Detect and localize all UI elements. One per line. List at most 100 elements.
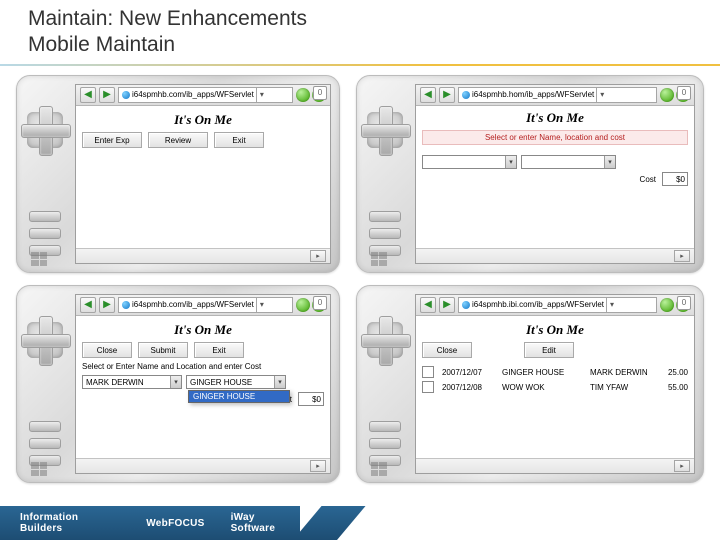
globe-icon xyxy=(122,301,130,309)
soft-keys[interactable] xyxy=(29,211,61,256)
expense-table: 2007/12/07 GINGER HOUSE MARK DERWIN 25.0… xyxy=(422,366,688,393)
forward-button[interactable]: ▶ xyxy=(99,297,115,313)
url-text: i64spmhb.ibi.com/ib_apps/WFServlet xyxy=(472,298,604,312)
row-checkbox[interactable] xyxy=(422,381,434,393)
name-dropdown[interactable]: ▾ xyxy=(422,155,517,169)
app-title: It's On Me xyxy=(82,322,324,338)
table-row[interactable]: 2007/12/07 GINGER HOUSE MARK DERWIN 25.0… xyxy=(422,366,688,378)
address-bar[interactable]: i64spmhb.ibi.com/ib_apps/WFServlet ▾ xyxy=(458,297,657,313)
globe-icon xyxy=(462,301,470,309)
device-4: ◀ ▶ i64spmhb.ibi.com/ib_apps/WFServlet ▾… xyxy=(356,285,704,483)
address-bar[interactable]: i64spmhb.com/ib_apps/WFServlet ▾ xyxy=(118,297,293,313)
submit-button[interactable]: Submit xyxy=(138,342,188,358)
footer-brand-bar: Information Builders WebFOCUS iWay Softw… xyxy=(0,506,300,540)
cost-input[interactable]: $0 xyxy=(662,172,688,186)
brand-iway: iWay Software xyxy=(231,512,300,534)
device-hardware-controls xyxy=(357,286,415,482)
device-2-screen: ◀ ▶ i64spmhb.hom/ib_apps/WFServlet ▾ 0 I… xyxy=(415,84,695,264)
soft-keys[interactable] xyxy=(369,421,401,466)
review-button[interactable]: Review xyxy=(148,132,208,148)
globe-icon xyxy=(122,91,130,99)
url-dropdown-icon[interactable]: ▾ xyxy=(256,298,267,312)
windows-logo-icon xyxy=(31,462,47,476)
dpad[interactable] xyxy=(367,322,403,358)
url-dropdown-icon[interactable]: ▾ xyxy=(596,88,607,102)
location-dropdown-popup[interactable]: GINGER HOUSE xyxy=(188,390,290,403)
forward-button[interactable]: ▶ xyxy=(439,87,455,103)
table-row[interactable]: 2007/12/08 WOW WOK TIM YFAW 55.00 xyxy=(422,381,688,393)
device-hardware-controls xyxy=(17,286,75,482)
soft-keys[interactable] xyxy=(29,421,61,466)
back-button[interactable]: ◀ xyxy=(80,297,96,313)
expand-icon[interactable]: ▸ xyxy=(310,250,326,262)
status-bar: ▸ xyxy=(416,458,694,473)
scroll-indicator: 0 xyxy=(677,296,691,310)
forward-button[interactable]: ▶ xyxy=(99,87,115,103)
title-line-2: Mobile Maintain xyxy=(28,32,307,58)
cost-label: Cost xyxy=(640,175,656,184)
device-3: ◀ ▶ i64spmhb.com/ib_apps/WFServlet ▾ 0 I… xyxy=(16,285,340,483)
exit-button[interactable]: Exit xyxy=(194,342,244,358)
scroll-indicator: 0 xyxy=(677,86,691,100)
chevron-down-icon: ▾ xyxy=(604,156,615,168)
cell-amount: 55.00 xyxy=(668,383,688,392)
cost-input[interactable]: $0 xyxy=(298,392,324,406)
location-dropdown[interactable]: ▾ xyxy=(521,155,616,169)
status-bar: ▸ xyxy=(416,248,694,263)
chevron-down-icon: ▾ xyxy=(170,376,181,388)
expand-icon[interactable]: ▸ xyxy=(674,460,690,472)
instruction-text: Select or Enter Name and Location and en… xyxy=(82,362,324,371)
footer: Information Builders WebFOCUS iWay Softw… xyxy=(0,492,720,540)
brand-webfocus: WebFOCUS xyxy=(146,518,204,529)
cell-location: GINGER HOUSE xyxy=(502,368,582,377)
device-grid: ◀ ▶ i64spmhb.com/ib_apps/WFServlet ▾ 0 I… xyxy=(16,75,704,483)
exit-button[interactable]: Exit xyxy=(214,132,264,148)
edit-button[interactable]: Edit xyxy=(524,342,574,358)
app-content: It's On Me Select or enter Name, locatio… xyxy=(416,106,694,248)
enter-exp-button[interactable]: Enter Exp xyxy=(82,132,142,148)
address-bar[interactable]: i64spmhb.com/ib_apps/WFServlet ▾ xyxy=(118,87,293,103)
device-4-screen: ◀ ▶ i64spmhb.ibi.com/ib_apps/WFServlet ▾… xyxy=(415,294,695,474)
browser-toolbar: ◀ ▶ i64spmhb.com/ib_apps/WFServlet ▾ xyxy=(76,295,330,316)
browser-toolbar: ◀ ▶ i64spmhb.ibi.com/ib_apps/WFServlet ▾ xyxy=(416,295,694,316)
page-title: Maintain: New Enhancements Mobile Mainta… xyxy=(28,6,307,59)
title-line-1: Maintain: New Enhancements xyxy=(28,6,307,32)
device-2: ◀ ▶ i64spmhb.hom/ib_apps/WFServlet ▾ 0 I… xyxy=(356,75,704,273)
expand-icon[interactable]: ▸ xyxy=(310,460,326,472)
device-hardware-controls xyxy=(17,76,75,272)
url-text: i64spmhb.com/ib_apps/WFServlet xyxy=(132,298,254,312)
app-title: It's On Me xyxy=(422,322,688,338)
back-button[interactable]: ◀ xyxy=(420,87,436,103)
cell-date: 2007/12/08 xyxy=(442,383,494,392)
app-content: It's On Me Close Edit 2007/12/07 GINGER … xyxy=(416,316,694,458)
back-button[interactable]: ◀ xyxy=(80,87,96,103)
address-bar[interactable]: i64spmhb.hom/ib_apps/WFServlet ▾ xyxy=(458,87,657,103)
expand-icon[interactable]: ▸ xyxy=(674,250,690,262)
close-button[interactable]: Close xyxy=(422,342,472,358)
status-bar: ▸ xyxy=(76,458,330,473)
dpad[interactable] xyxy=(27,112,63,148)
chevron-down-icon: ▾ xyxy=(274,376,285,388)
device-hardware-controls xyxy=(357,76,415,272)
location-dropdown[interactable]: GINGER HOUSE ▾ xyxy=(186,375,286,389)
url-text: i64spmhb.hom/ib_apps/WFServlet xyxy=(472,88,594,102)
forward-button[interactable]: ▶ xyxy=(439,297,455,313)
windows-logo-icon xyxy=(371,252,387,266)
close-button[interactable]: Close xyxy=(82,342,132,358)
url-dropdown-icon[interactable]: ▾ xyxy=(606,298,617,312)
url-text: i64spmhb.com/ib_apps/WFServlet xyxy=(132,88,254,102)
url-dropdown-icon[interactable]: ▾ xyxy=(256,88,267,102)
globe-icon xyxy=(462,91,470,99)
windows-logo-icon xyxy=(371,462,387,476)
dpad[interactable] xyxy=(367,112,403,148)
app-content: It's On Me Close Submit Exit Select or E… xyxy=(76,316,330,458)
device-1-screen: ◀ ▶ i64spmhb.com/ib_apps/WFServlet ▾ 0 I… xyxy=(75,84,331,264)
brand-information-builders: Information Builders xyxy=(20,512,120,534)
cell-amount: 25.00 xyxy=(668,368,688,377)
soft-keys[interactable] xyxy=(369,211,401,256)
dpad[interactable] xyxy=(27,322,63,358)
back-button[interactable]: ◀ xyxy=(420,297,436,313)
name-dropdown[interactable]: MARK DERWIN ▾ xyxy=(82,375,182,389)
row-checkbox[interactable] xyxy=(422,366,434,378)
dropdown-option-selected[interactable]: GINGER HOUSE xyxy=(189,391,289,402)
